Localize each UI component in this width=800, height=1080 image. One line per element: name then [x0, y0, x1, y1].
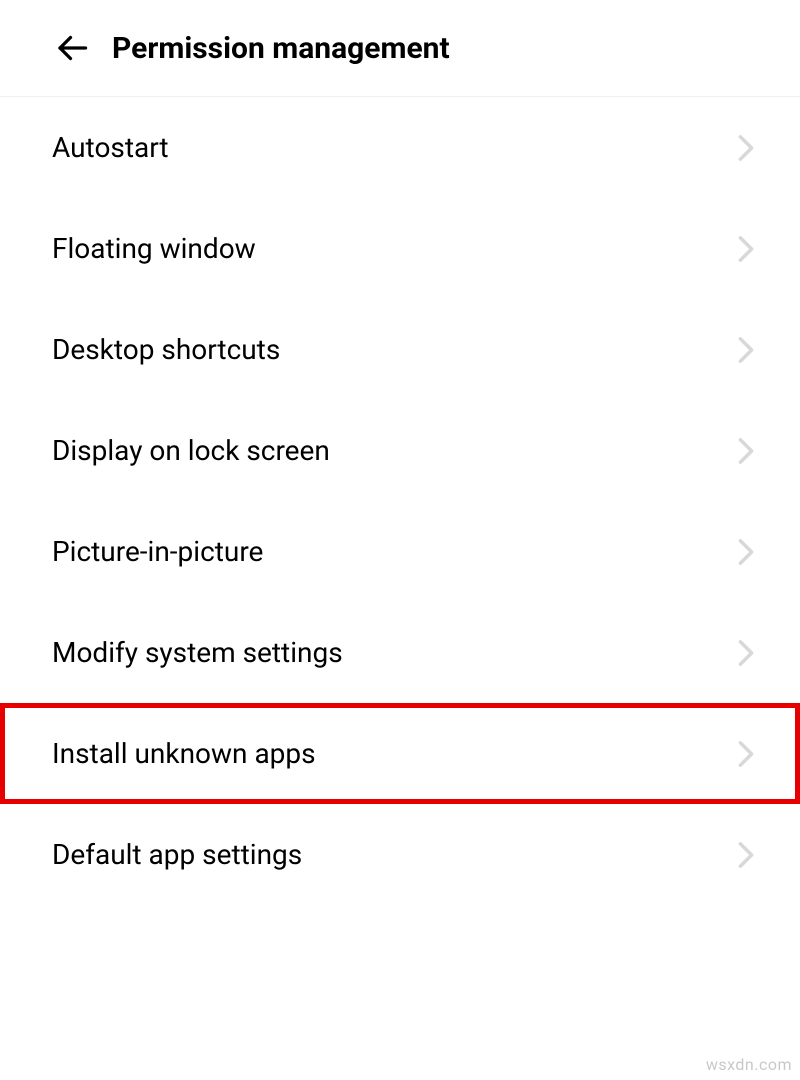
chevron-right-icon [732, 740, 760, 768]
settings-item-install-unknown-apps[interactable]: Install unknown apps [0, 703, 800, 804]
settings-item-label: Autostart [52, 131, 169, 164]
settings-item-label: Modify system settings [52, 636, 343, 669]
settings-item-modify-system-settings[interactable]: Modify system settings [0, 602, 800, 703]
chevron-right-icon [732, 841, 760, 869]
back-icon[interactable] [52, 28, 92, 68]
settings-item-autostart[interactable]: Autostart [0, 97, 800, 198]
chevron-right-icon [732, 235, 760, 263]
page-title: Permission management [112, 31, 450, 66]
watermark: wsxdn.com [706, 1055, 792, 1074]
settings-item-label: Install unknown apps [52, 737, 316, 770]
settings-item-label: Desktop shortcuts [52, 333, 280, 366]
chevron-right-icon [732, 639, 760, 667]
settings-item-display-on-lock-screen[interactable]: Display on lock screen [0, 400, 800, 501]
chevron-right-icon [732, 336, 760, 364]
chevron-right-icon [732, 538, 760, 566]
settings-item-floating-window[interactable]: Floating window [0, 198, 800, 299]
settings-item-label: Picture-in-picture [52, 535, 263, 568]
settings-item-label: Floating window [52, 232, 256, 265]
settings-list: Autostart Floating window Desktop shortc… [0, 97, 800, 905]
settings-item-label: Display on lock screen [52, 434, 330, 467]
chevron-right-icon [732, 134, 760, 162]
header: Permission management [0, 0, 800, 97]
settings-item-default-app-settings[interactable]: Default app settings [0, 804, 800, 905]
settings-item-desktop-shortcuts[interactable]: Desktop shortcuts [0, 299, 800, 400]
settings-item-picture-in-picture[interactable]: Picture-in-picture [0, 501, 800, 602]
chevron-right-icon [732, 437, 760, 465]
settings-item-label: Default app settings [52, 838, 302, 871]
